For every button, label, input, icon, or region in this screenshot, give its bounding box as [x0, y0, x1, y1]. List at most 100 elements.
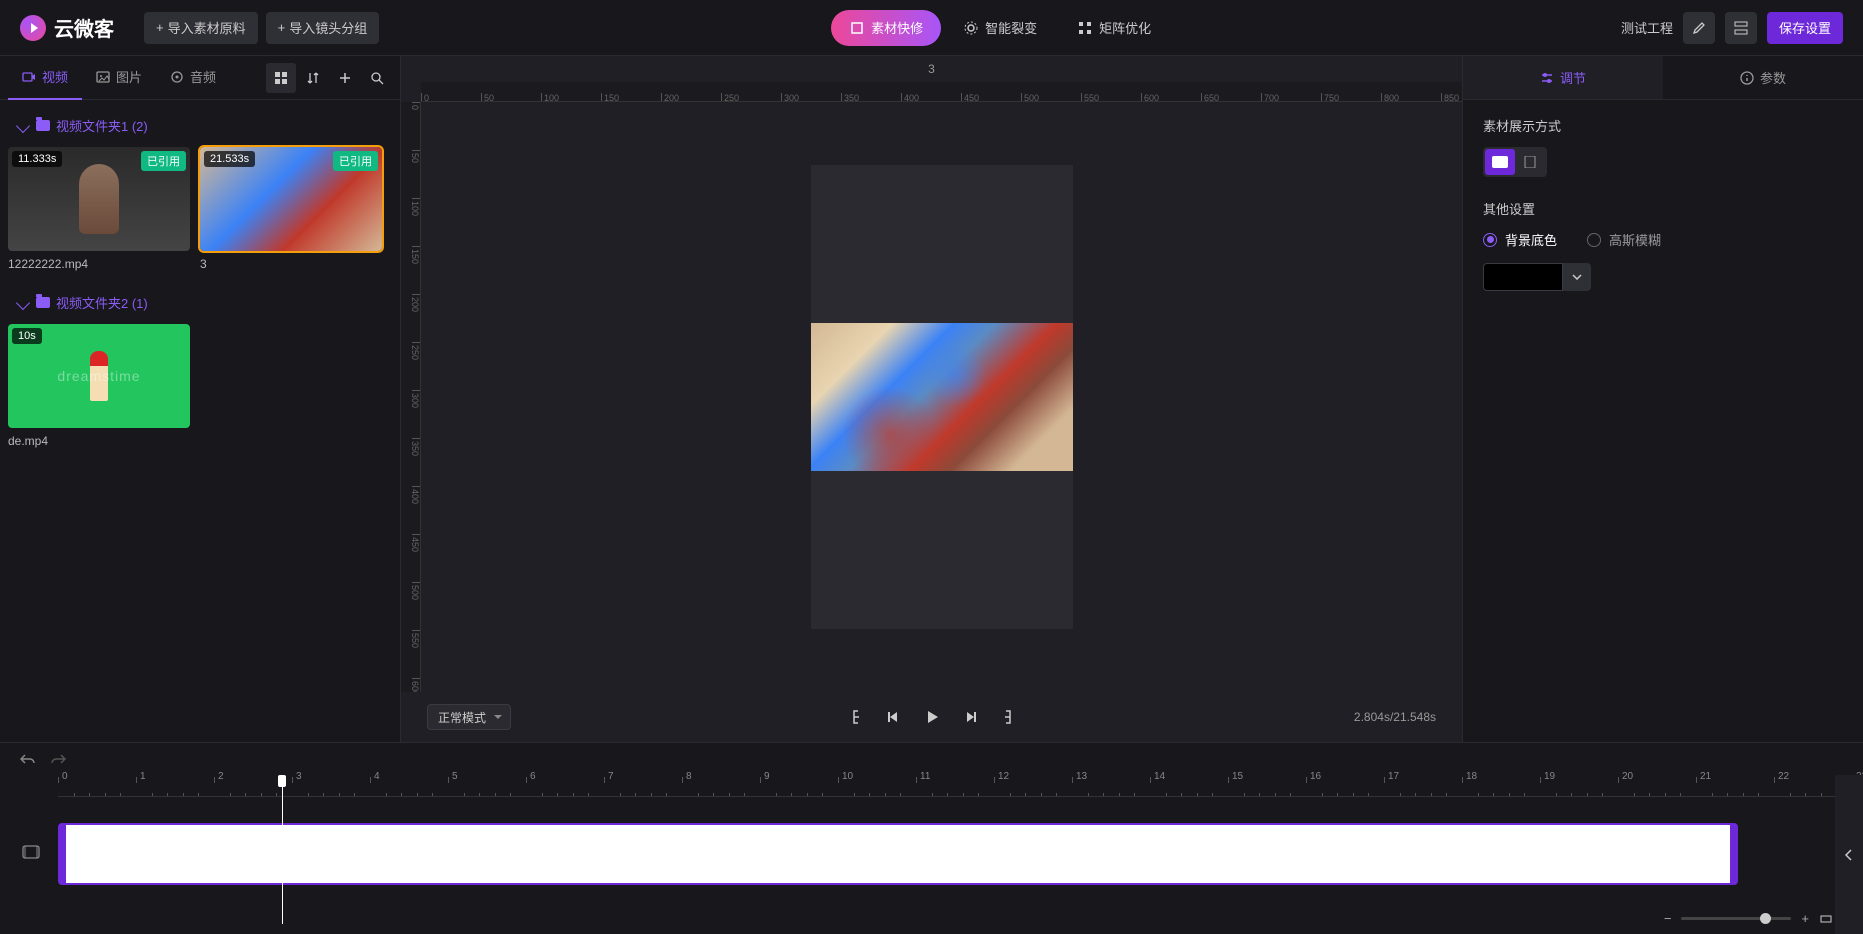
canvas-controls: 正常模式 2.804s/21.548s: [401, 692, 1462, 742]
zoom-out-button[interactable]: −: [1664, 911, 1672, 926]
folder-2-label: 视频文件夹2 (1): [56, 293, 148, 312]
sidetab-video[interactable]: 视频: [8, 56, 82, 100]
chevron-down-icon: [16, 118, 30, 132]
ruler-vertical: 050100150200250300350400450500550600650: [401, 102, 421, 692]
timeline-clip[interactable]: [58, 823, 1738, 885]
smart-icon: [963, 20, 979, 36]
zoom-fit-button[interactable]: [1819, 912, 1833, 926]
sidebar-tools: [266, 63, 392, 93]
chevron-down-icon: [16, 295, 30, 309]
tab-smart[interactable]: 智能裂变: [945, 10, 1055, 46]
canvas-stage[interactable]: [421, 102, 1462, 692]
prev-frame-button[interactable]: [884, 707, 904, 727]
audio-icon: [170, 70, 184, 84]
ruler-horizontal: 0501001502002503003504004505005506006507…: [421, 82, 1462, 102]
next-frame-button[interactable]: [960, 707, 980, 727]
in-point-button[interactable]: [846, 707, 866, 727]
time-display: 2.804s/21.548s: [1354, 710, 1436, 724]
color-dropdown-button[interactable]: [1563, 263, 1591, 291]
tab-adjust-label: 调节: [1560, 68, 1586, 87]
pencil-icon: [1692, 21, 1706, 35]
fit-icon: [1819, 912, 1833, 926]
timeline-ruler[interactable]: 01234567891011121314151617181920212223: [58, 775, 1843, 797]
folder-icon: [36, 120, 50, 131]
radio-blur[interactable]: 高斯模糊: [1587, 230, 1661, 249]
folder-1-header[interactable]: 视频文件夹1 (2): [8, 108, 392, 143]
sidebar-body: 视频文件夹1 (2) 11.333s 已引用 12222222.mp4 21.5…: [0, 100, 400, 742]
layout-button[interactable]: [1725, 12, 1757, 44]
search-button[interactable]: [362, 63, 392, 93]
sort-button[interactable]: [298, 63, 328, 93]
import-material-label: 导入素材原料: [168, 18, 246, 37]
folder-1-label: 视频文件夹1 (2): [56, 116, 148, 135]
tab-adjust[interactable]: 调节: [1463, 56, 1663, 99]
sort-icon: [306, 71, 320, 85]
used-badge: 已引用: [333, 151, 378, 171]
sidetab-audio-label: 音频: [190, 67, 216, 86]
section-other-label: 其他设置: [1483, 199, 1843, 218]
folder-2-header[interactable]: 视频文件夹2 (1): [8, 285, 392, 320]
redo-icon: [50, 752, 66, 766]
header: 云微客 + 导入素材原料 + 导入镜头分组 素材快修 智能裂变 矩阵优化 测试工…: [0, 0, 1863, 56]
duration-badge: 21.533s: [204, 151, 255, 167]
chevron-down-icon: [1572, 274, 1582, 280]
tab-params-label: 参数: [1760, 68, 1786, 87]
redo-button[interactable]: [50, 752, 66, 766]
display-fit-button[interactable]: [1515, 149, 1545, 175]
image-icon: [96, 70, 110, 84]
chevron-left-icon: [1845, 849, 1853, 861]
duration-badge: 10s: [12, 328, 42, 344]
view-grid-button[interactable]: [266, 63, 296, 93]
zoom-in-button[interactable]: +: [1801, 911, 1809, 926]
undo-icon: [20, 752, 36, 766]
layout-icon: [1734, 21, 1748, 35]
sidetab-audio[interactable]: 音频: [156, 56, 230, 100]
save-button[interactable]: 保存设置: [1767, 12, 1843, 44]
mode-select[interactable]: 正常模式: [427, 704, 511, 730]
info-icon: [1740, 71, 1754, 85]
main: 视频 图片 音频 视频文件夹1 (2) 11.333s 已引用 12222: [0, 56, 1863, 742]
fill-icon: [1492, 156, 1508, 168]
add-button[interactable]: [330, 63, 360, 93]
bracket-left-icon: [849, 709, 863, 725]
bgcolor-picker[interactable]: [1483, 263, 1843, 291]
track-type-icon: [22, 845, 40, 859]
tab-matrix[interactable]: 矩阵优化: [1059, 10, 1169, 46]
import-material-button[interactable]: + 导入素材原料: [144, 12, 258, 44]
step-back-icon: [887, 710, 901, 724]
tab-quickfix[interactable]: 素材快修: [831, 10, 941, 46]
thumb-item[interactable]: 11.333s 已引用 12222222.mp4: [8, 147, 190, 271]
used-badge: 已引用: [141, 151, 186, 171]
import-shots-button[interactable]: + 导入镜头分组: [266, 12, 380, 44]
matrix-icon: [1077, 20, 1093, 36]
logo[interactable]: 云微客: [20, 13, 114, 42]
bracket-right-icon: [1001, 709, 1015, 725]
thumb-item[interactable]: 21.533s 已引用 3: [200, 147, 382, 271]
thumb-item[interactable]: dreamstime 10s de.mp4: [8, 324, 190, 448]
folder-2-thumbs: dreamstime 10s de.mp4: [8, 320, 392, 462]
radio-bgcolor[interactable]: 背景底色: [1483, 230, 1557, 249]
display-fill-button[interactable]: [1485, 149, 1515, 175]
playback-controls: [846, 707, 1018, 727]
undo-button[interactable]: [20, 752, 36, 766]
display-mode-segment: [1483, 147, 1547, 177]
sidetab-image[interactable]: 图片: [82, 56, 156, 100]
logo-icon: [20, 15, 46, 41]
sidebar-tabs: 视频 图片 音频: [0, 56, 400, 100]
edit-project-button[interactable]: [1683, 12, 1715, 44]
tab-params[interactable]: 参数: [1663, 56, 1863, 99]
bg-radio-group: 背景底色 高斯模糊: [1483, 230, 1843, 249]
thumb-preview: 11.333s 已引用: [8, 147, 190, 251]
preview-frame: [811, 165, 1073, 629]
timeline-zoom: − +: [1664, 911, 1833, 926]
playhead[interactable]: [282, 775, 283, 924]
header-mode-tabs: 素材快修 智能裂变 矩阵优化: [379, 10, 1621, 46]
plus-icon: [338, 71, 352, 85]
zoom-slider[interactable]: [1681, 917, 1791, 920]
timeline-collapse[interactable]: [1835, 775, 1863, 934]
out-point-button[interactable]: [998, 707, 1018, 727]
play-button[interactable]: [922, 707, 942, 727]
thumb-preview: 21.533s 已引用: [200, 147, 382, 251]
canvas-title: 3: [401, 56, 1462, 82]
fit-icon: [1522, 156, 1538, 168]
